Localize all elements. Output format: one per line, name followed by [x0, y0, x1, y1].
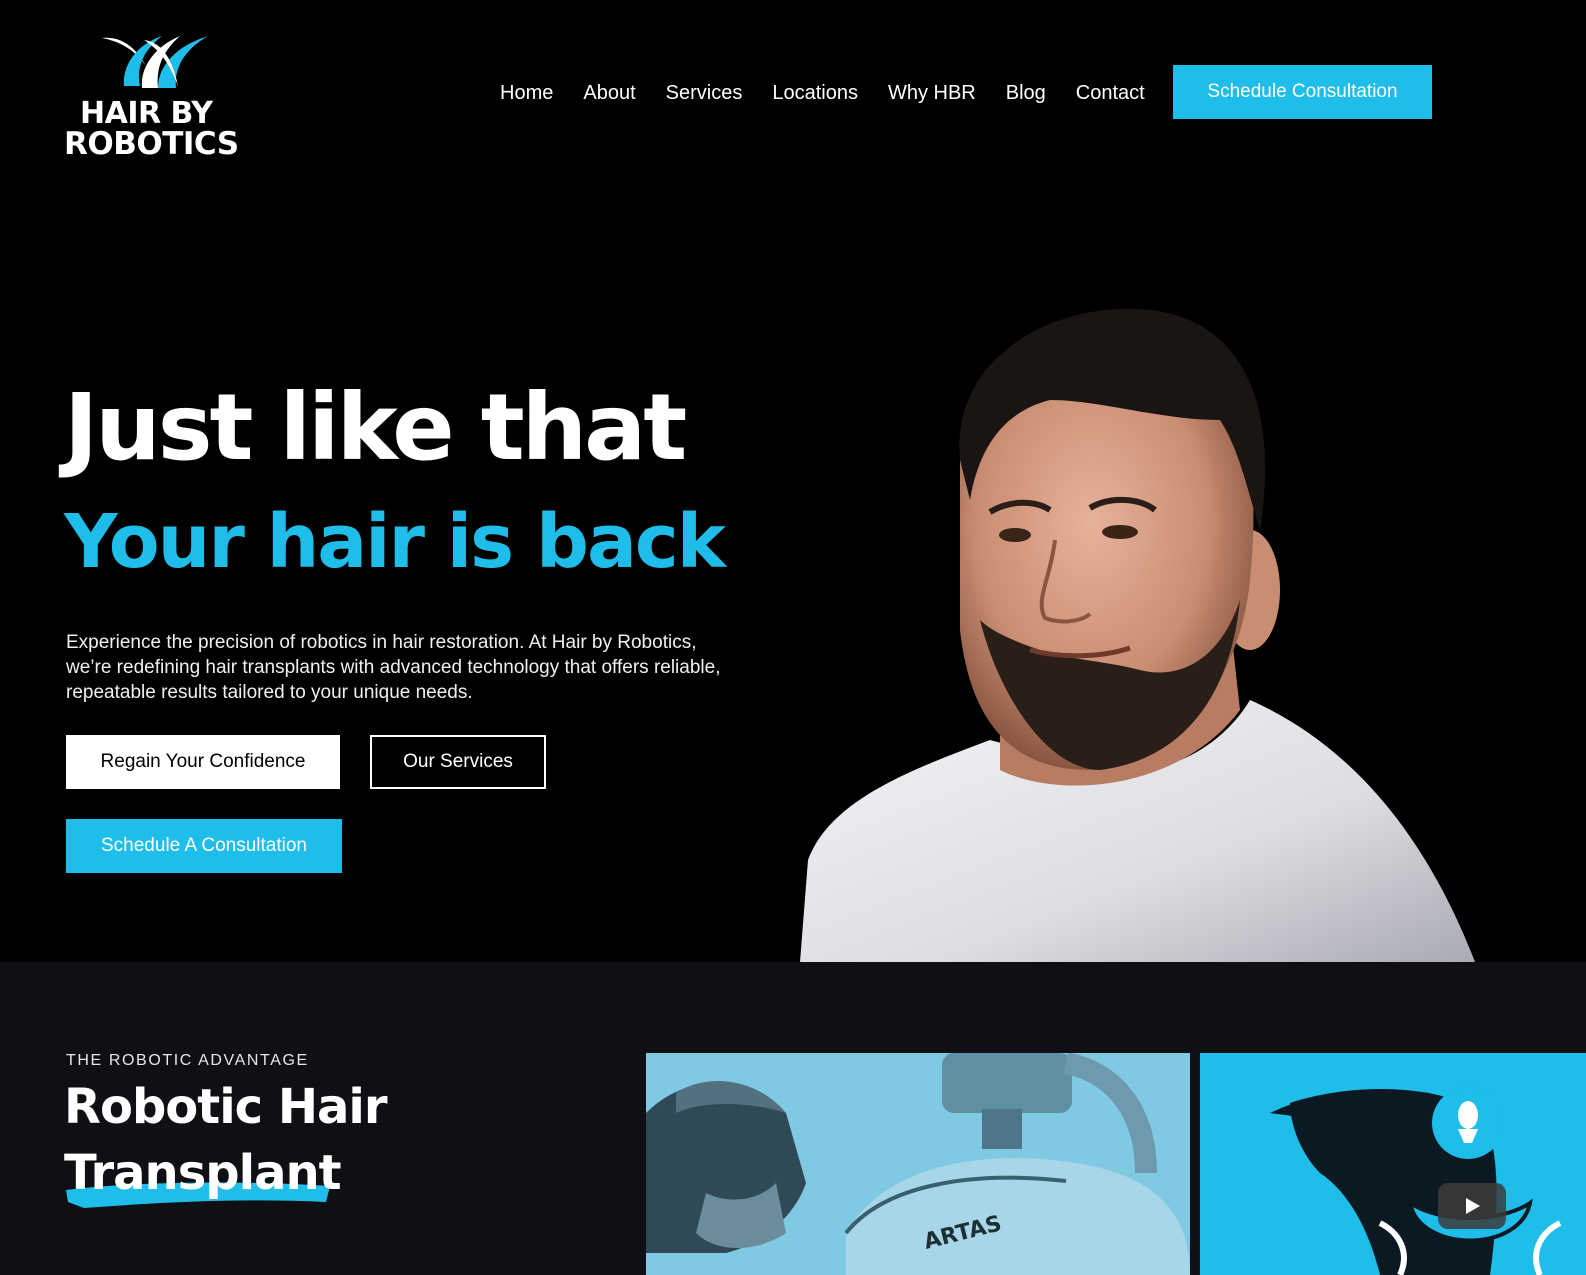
schedule-a-consultation-button[interactable]: Schedule A Consultation	[66, 819, 342, 873]
robotic-advantage-section: THE ROBOTIC ADVANTAGE Robotic Hair Trans…	[0, 962, 1586, 1275]
section-title-line-2: Transplant	[64, 1145, 342, 1201]
hero-portrait-image	[800, 308, 1475, 962]
logo-mark-icon	[102, 36, 208, 88]
hero-description: Experience the precision of robotics in …	[66, 632, 721, 703]
artas-robot-image[interactable]: ARTAS	[646, 1053, 1190, 1275]
nav-item-locations[interactable]: Locations	[772, 80, 858, 106]
play-button[interactable]	[1438, 1183, 1506, 1229]
play-icon	[1466, 1198, 1480, 1214]
nav-item-contact[interactable]: Contact	[1076, 80, 1145, 106]
hair-video-thumbnail[interactable]	[1200, 1053, 1586, 1275]
nav-item-services[interactable]: Services	[666, 80, 743, 106]
section-title: Robotic Hair Transplant	[64, 1074, 388, 1206]
regain-confidence-button[interactable]: Regain Your Confidence	[66, 735, 340, 789]
head-illustration	[1200, 1053, 1586, 1275]
section-eyebrow: THE ROBOTIC ADVANTAGE	[66, 1052, 309, 1069]
hero-title: Just like that	[64, 374, 687, 481]
hero-subtitle: Your hair is back	[64, 499, 726, 585]
nav-item-about[interactable]: About	[583, 80, 635, 106]
nav-item-blog[interactable]: Blog	[1006, 80, 1046, 106]
schedule-consultation-button[interactable]: Schedule Consultation	[1173, 65, 1432, 119]
our-services-button[interactable]: Our Services	[370, 735, 546, 789]
section-title-line-1: Robotic Hair	[64, 1079, 388, 1135]
main-nav: Home About Services Locations Why HBR Bl…	[500, 80, 1145, 106]
brand-logo[interactable]: HAIR BY ROBOTICS	[64, 26, 246, 162]
nav-item-home[interactable]: Home	[500, 80, 553, 106]
brand-line-2: ROBOTICS	[64, 126, 239, 162]
artas-robot-illustration: ARTAS	[646, 1053, 1190, 1275]
nav-item-why-hbr[interactable]: Why HBR	[888, 80, 976, 106]
